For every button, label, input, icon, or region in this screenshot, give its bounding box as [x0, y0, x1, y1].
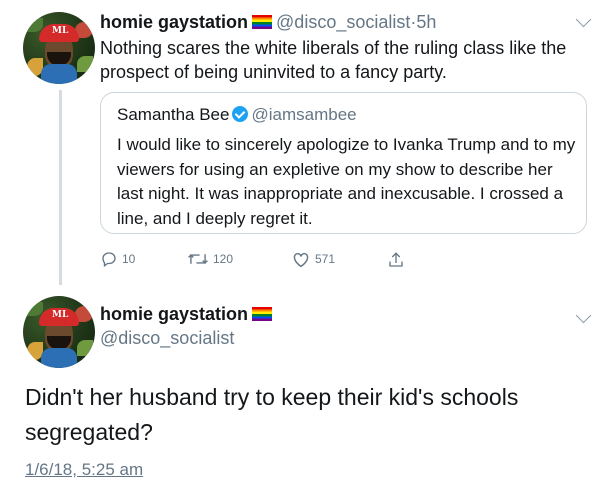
like-count: 571	[315, 252, 336, 266]
like-button[interactable]: 571	[291, 250, 335, 268]
user-handle[interactable]: @disco_socialist	[276, 12, 410, 32]
tweet-text: Didn't her husband try to keep their kid…	[25, 384, 519, 445]
tweet-time[interactable]: 5h	[416, 12, 436, 32]
quoted-display-name: Samantha Bee	[117, 105, 230, 124]
thread-line	[59, 90, 62, 285]
quoted-handle: @iamsambee	[251, 105, 357, 124]
share-icon	[389, 252, 403, 267]
avatar-cap-letters: ML	[52, 26, 69, 36]
retweet-button[interactable]: 120	[187, 250, 233, 268]
tweet-header: homie gaystation	[100, 304, 276, 325]
reply-button[interactable]: 10	[100, 250, 135, 268]
user-handle[interactable]: @disco_socialist	[100, 328, 234, 349]
avatar[interactable]: ML	[23, 296, 95, 368]
quoted-tweet-text: I would like to sincerely apologize to I…	[117, 135, 576, 228]
retweet-count: 120	[213, 252, 234, 266]
avatar-leaf	[25, 302, 43, 316]
avatar-shirt	[41, 348, 77, 368]
rainbow-flag-icon	[252, 15, 273, 29]
chevron-down-icon[interactable]	[575, 11, 592, 28]
avatar-leaf	[77, 56, 93, 72]
avatar-cap-letters: ML	[52, 310, 69, 320]
reply-icon	[102, 252, 116, 268]
avatar-shirt	[41, 64, 77, 84]
tweet-header: homie gaystation @disco_socialist·5h	[100, 12, 436, 33]
retweet-icon	[188, 254, 208, 264]
like-icon	[293, 252, 309, 268]
display-name[interactable]: homie gaystation	[100, 304, 248, 324]
tweet-text: Nothing scares the white liberals of the…	[100, 38, 567, 82]
reply-count: 10	[122, 252, 136, 266]
verified-icon	[232, 106, 249, 122]
rainbow-flag-icon	[252, 307, 273, 321]
share-button[interactable]	[387, 250, 409, 270]
quoted-tweet[interactable]: Samantha Bee @iamsambee I would like to s…	[100, 92, 587, 234]
avatar[interactable]: ML	[23, 12, 95, 84]
display-name[interactable]: homie gaystation	[100, 12, 248, 32]
quoted-tweet-header: Samantha Bee @iamsambee	[117, 105, 357, 125]
tweet-timestamp[interactable]: 1/6/18, 5:25 am	[25, 460, 143, 480]
avatar-leaf	[25, 18, 43, 32]
chevron-down-icon[interactable]	[575, 307, 592, 324]
avatar-leaf	[77, 340, 93, 356]
tweet-actions: 10 120 571	[100, 250, 420, 272]
